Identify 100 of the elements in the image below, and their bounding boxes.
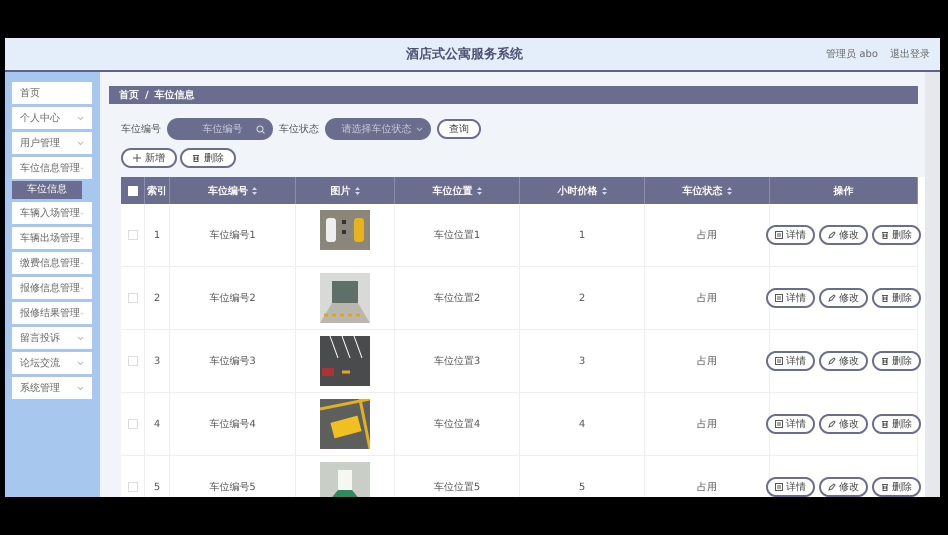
search-icon [256,124,265,134]
table-cell: 1 [578,230,586,240]
column-header[interactable]: 小时价格 [558,184,598,198]
table-cell-text: 车位位置2 [434,292,480,305]
scrollbar[interactable] [925,72,940,497]
table-cell-text: 车位编号2 [209,292,256,305]
breadcrumb-item[interactable]: 首页 [119,88,139,102]
details-button[interactable]: 详情 [766,351,815,371]
sort-icon[interactable] [476,186,482,194]
photo-placeholder [320,273,370,323]
edit-button[interactable]: 修改 [819,225,868,245]
chevron-down-icon [77,360,84,366]
sort-icon[interactable] [602,186,606,194]
delete-button[interactable]: 删除 [872,225,921,245]
photo-placeholder [320,399,370,449]
table-cell-text: 车位编号5 [209,480,256,494]
sidebar-item[interactable]: 个人中心 [12,107,92,129]
status-select[interactable]: 请选择车位状态 [325,118,431,140]
sidebar-item[interactable]: 系统管理 [12,377,92,399]
delete-button[interactable]: 删除 [180,148,236,168]
user-name: 管理员 abo [826,48,878,61]
chevron-down-icon [416,126,423,132]
delete-button[interactable]: 删除 [872,414,921,434]
details-button[interactable]: 详情 [766,225,815,245]
table-cell-text: 车位编号1 [209,228,256,242]
app-title: 酒店式公寓服务系统 [405,46,524,63]
column-header: 操作 [834,184,854,198]
chevron-down-icon [77,386,84,390]
photo-placeholder [320,336,370,386]
edit-button[interactable]: 修改 [819,477,868,497]
logout-link[interactable]: 退出登录 [890,47,930,61]
sidebar-item[interactable]: 车辆入场管理 [12,202,92,224]
table-cell: 5 [154,482,160,492]
sidebar-subitem[interactable]: 车位信息 [12,181,82,199]
table-cell: 4 [154,418,160,430]
details-button[interactable]: 详情 [766,477,815,497]
sidebar-item[interactable]: 车位信息管理 [12,157,92,179]
breadcrumb-item[interactable]: 车位信息 [154,88,195,102]
table-cell-text: 车位位置3 [434,354,480,368]
checkbox[interactable] [128,230,138,240]
table-cell-text: 车位位置5 [434,480,480,494]
document-icon [775,420,783,428]
edit-button[interactable]: 修改 [819,414,868,434]
checkbox[interactable] [128,482,138,492]
trash-icon [881,231,889,239]
chevron-down-icon [77,116,84,120]
pencil-icon [828,294,836,302]
pencil-icon [828,231,836,239]
table-cell-text: 占用 [697,354,717,368]
query-button[interactable]: 查询 [437,119,481,139]
edit-button[interactable]: 修改 [819,351,868,371]
sidebar-item[interactable]: 报修结果管理 [12,302,92,324]
document-icon [775,231,783,239]
table-cell: 2 [578,292,586,304]
trash-icon [881,357,889,365]
table-cell: 1 [154,230,160,240]
sidebar-item[interactable]: 用户管理 [12,132,92,154]
delete-button[interactable]: 删除 [872,351,921,371]
details-button[interactable]: 详情 [766,288,815,308]
table-cell: 5 [578,482,586,492]
table-cell: 3 [154,356,160,366]
plus-icon [133,154,141,162]
sidebar-item[interactable]: 论坛交流 [12,352,92,374]
table-cell-text: 占用 [697,480,717,494]
sidebar-item[interactable]: 车辆出场管理 [12,227,92,249]
document-icon [775,294,783,302]
checkbox[interactable] [128,356,138,366]
trash-icon [881,420,889,428]
sidebar-item[interactable]: 缴费信息管理 [12,252,92,274]
table-cell-text: 占用 [697,228,717,242]
trash-icon [881,483,889,491]
sort-icon[interactable] [726,186,732,194]
delete-button[interactable]: 删除 [872,288,921,308]
column-header: 索引 [147,184,167,198]
edit-button[interactable]: 修改 [819,288,868,308]
checkbox[interactable] [128,293,138,303]
column-header[interactable]: 车位状态 [682,184,722,198]
sort-icon[interactable] [354,186,360,194]
table-cell-text: 车位编号3 [209,354,256,368]
pencil-icon [828,483,836,491]
trash-icon [192,154,200,162]
sidebar-item[interactable]: 报修信息管理 [12,277,92,299]
pencil-icon [828,357,836,365]
add-button[interactable]: 新增 [121,148,177,168]
sidebar-item[interactable]: 留言投诉 [12,327,92,349]
sidebar-item[interactable]: 首页 [12,82,92,104]
field-label: 车位编号 [121,122,161,136]
table-cell-text: 车位位置4 [434,418,480,431]
checkbox[interactable] [128,419,138,429]
column-header[interactable]: 车位编号 [208,184,248,198]
details-button[interactable]: 详情 [766,414,815,434]
sort-icon[interactable] [252,186,257,194]
trash-icon [881,294,889,302]
delete-button[interactable]: 删除 [872,477,921,497]
column-header[interactable]: 图片 [330,184,350,198]
column-header[interactable]: 车位位置 [432,184,472,198]
search-field[interactable]: 车位编号 [167,118,273,140]
table-cell-text: 占用 [697,292,717,305]
chevron-down-icon [77,140,84,146]
table-cell-text: 占用 [697,418,717,431]
